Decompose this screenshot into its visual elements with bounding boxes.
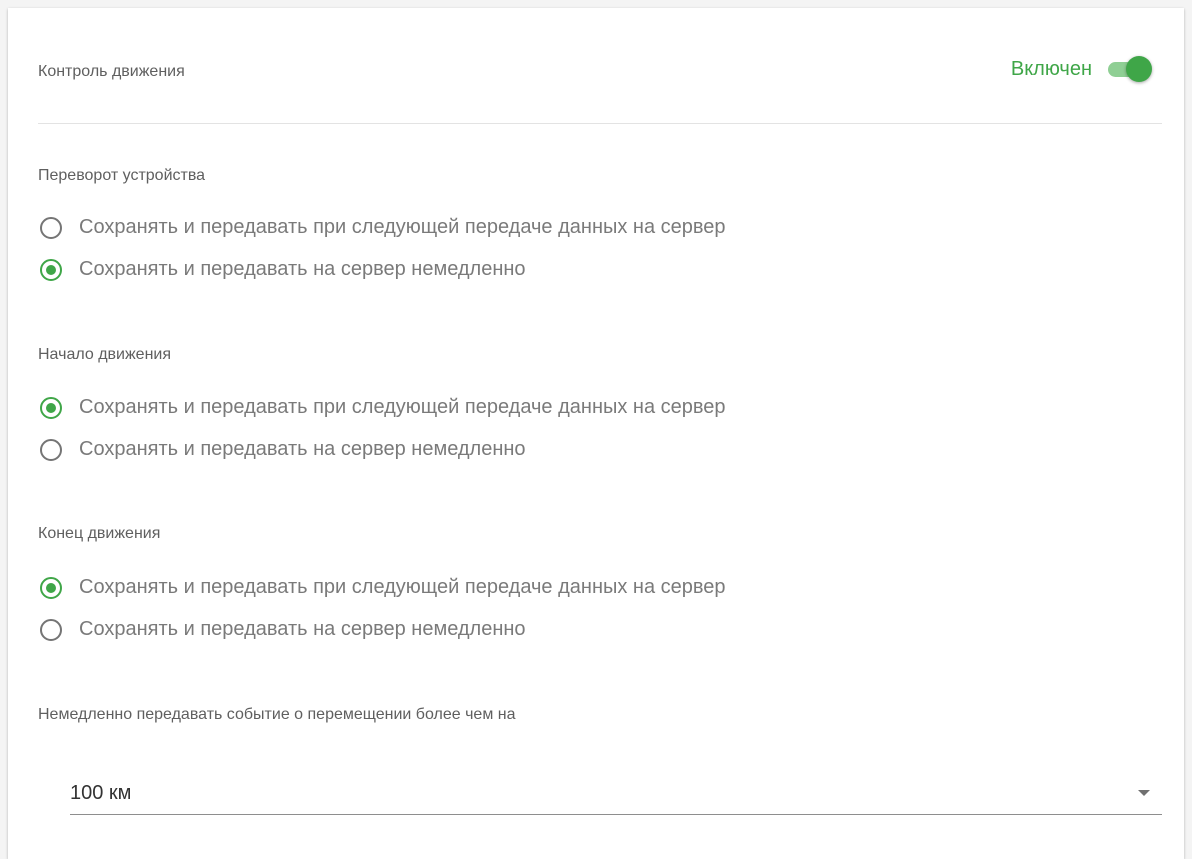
- toggle-status-label: Включен: [1010, 57, 1092, 80]
- radio-option-label: Сохранять и передавать на сервер немедле…: [79, 258, 526, 280]
- radio-option-label: Сохранять и передавать при следующей пер…: [79, 576, 726, 598]
- radio-button[interactable]: [40, 618, 62, 641]
- toggle-switch[interactable]: [1108, 56, 1152, 82]
- group-motion-end: Конец движения Сохранять и передавать пр…: [38, 524, 1162, 641]
- select-value: 100 км: [70, 782, 132, 804]
- group-title: Начало движения: [38, 346, 172, 363]
- radio-button[interactable]: [40, 438, 62, 461]
- card-header: Контроль движения Включен: [38, 8, 1162, 124]
- radio-button[interactable]: [40, 576, 62, 599]
- radio-option-label: Сохранять и передавать при следующей пер…: [79, 396, 726, 418]
- radio-option-immediate[interactable]: Сохранять и передавать на сервер немедле…: [40, 618, 526, 641]
- group-title: Конец движения: [38, 525, 161, 542]
- radio-option-next-transfer[interactable]: Сохранять и передавать при следующей пер…: [40, 216, 726, 239]
- caret-down-icon: [1138, 790, 1150, 796]
- radio-button[interactable]: [40, 216, 62, 239]
- radio-button[interactable]: [40, 258, 62, 281]
- card-title: Контроль движения: [38, 63, 185, 80]
- group-title: Переворот устройства: [38, 167, 206, 184]
- radio-option-label: Сохранять и передавать на сервер немедле…: [79, 618, 526, 640]
- radio-option-immediate[interactable]: Сохранять и передавать на сервер немедле…: [40, 438, 526, 461]
- group-motion-start: Начало движения Сохранять и передавать п…: [38, 345, 1162, 461]
- motion-control-card: Контроль движения Включен Переворот устр…: [8, 8, 1184, 859]
- radio-option-next-transfer[interactable]: Сохранять и передавать при следующей пер…: [40, 396, 726, 419]
- radio-option-next-transfer[interactable]: Сохранять и передавать при следующей пер…: [40, 576, 726, 599]
- radio-option-label: Сохранять и передавать при следующей пер…: [79, 216, 726, 238]
- motion-control-toggle[interactable]: Включен: [1010, 56, 1152, 82]
- radio-button[interactable]: [40, 396, 62, 419]
- radio-option-immediate[interactable]: Сохранять и передавать на сервер немедле…: [40, 258, 526, 281]
- distance-threshold-select[interactable]: 100 км: [70, 776, 1162, 815]
- group-device-flip: Переворот устройства Сохранять и передав…: [38, 166, 1162, 281]
- radio-option-label: Сохранять и передавать на сервер немедле…: [79, 438, 526, 460]
- distance-threshold-label: Немедленно передавать событие о перемеще…: [38, 706, 516, 723]
- toggle-thumb: [1126, 56, 1152, 82]
